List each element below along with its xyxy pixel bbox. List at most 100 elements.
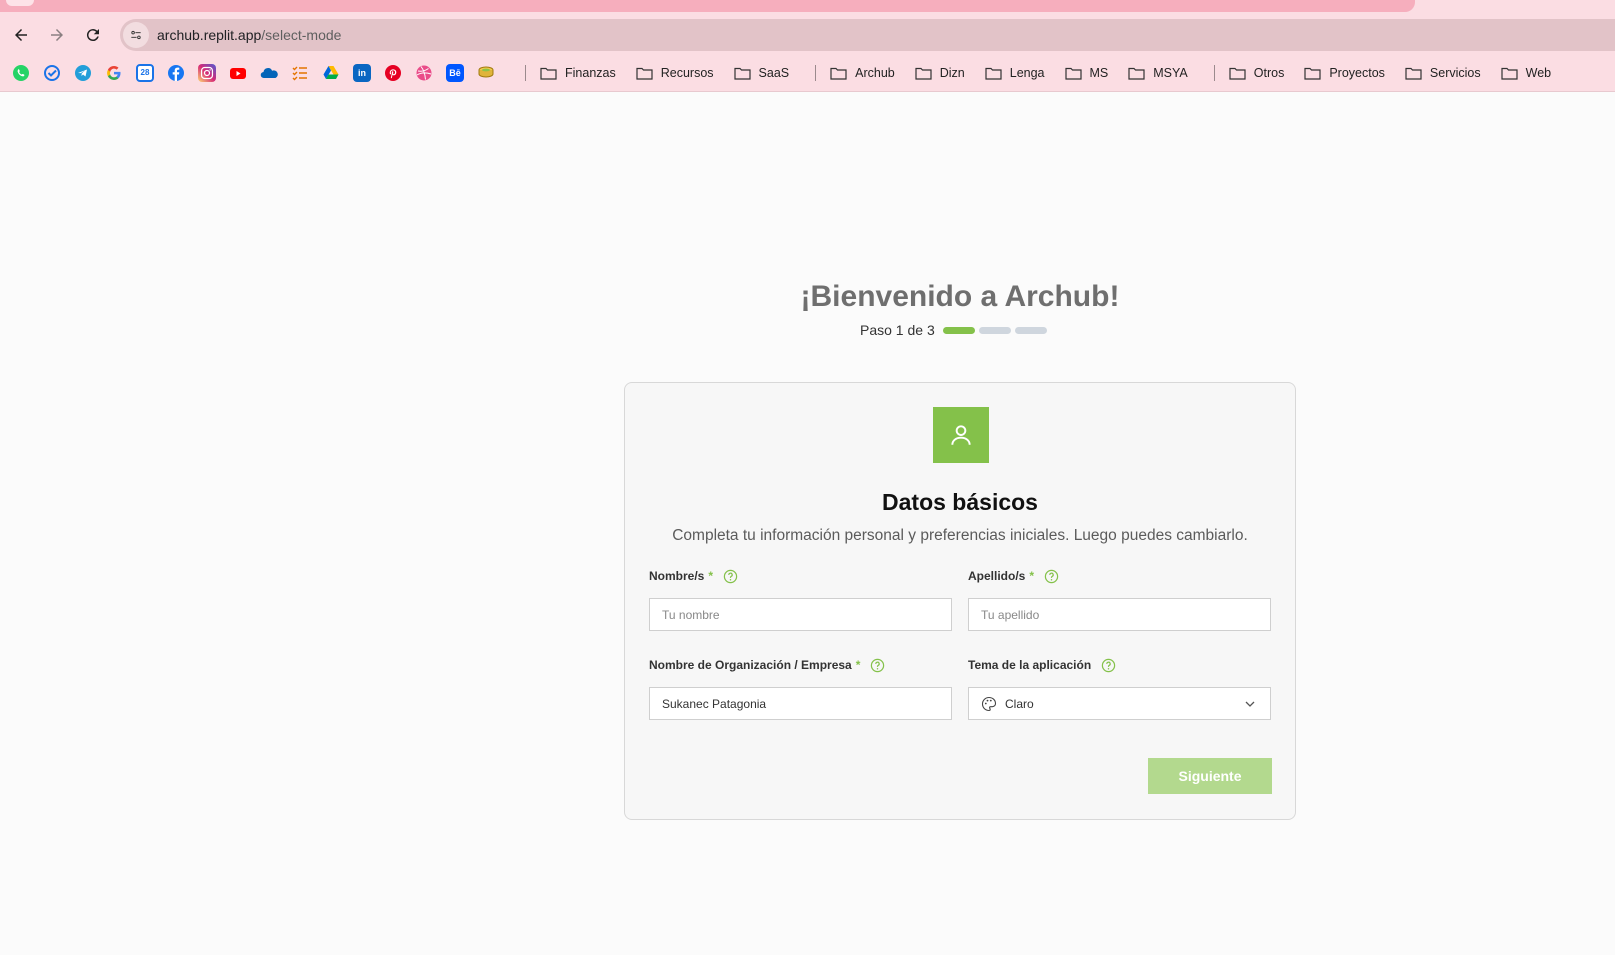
bookmark-folder-ms[interactable]: MS <box>1064 66 1108 80</box>
bookmark-folder-saas[interactable]: SaaS <box>733 65 790 80</box>
onedrive-icon[interactable] <box>260 64 278 82</box>
google-icon[interactable] <box>105 64 123 82</box>
help-icon[interactable] <box>1101 658 1116 673</box>
folder-icon <box>1128 67 1145 80</box>
step-indicator: Paso 1 de 3 <box>860 322 1051 338</box>
first-name-field: Nombre/s * Tu nombre <box>649 567 952 631</box>
folder-icon <box>1405 67 1422 80</box>
step-pill-1 <box>942 326 975 334</box>
bookmark-separator <box>1213 64 1215 81</box>
folder-icon <box>915 67 932 80</box>
google-drive-icon[interactable] <box>322 64 340 82</box>
folder-icon <box>1064 67 1082 80</box>
checklist-icon[interactable] <box>291 64 309 82</box>
bookmark-separator <box>815 64 817 81</box>
pinterest-icon[interactable] <box>384 64 402 82</box>
card-heading: Datos básicos <box>882 489 1038 515</box>
last-name-input[interactable]: Tu apellido <box>968 598 1271 631</box>
card-subtitle: Completa tu información personal y prefe… <box>672 527 1248 544</box>
theme-value: Claro <box>1005 696 1034 711</box>
url-host: archub.replit.app <box>157 27 262 43</box>
theme-label: Tema de la aplicación <box>968 658 1092 672</box>
bookmark-folder-servicios[interactable]: Servicios <box>1405 66 1481 80</box>
last-name-label: Apellido/s <box>968 569 1026 583</box>
organization-input[interactable]: Sukanec Patagonia <box>649 687 952 720</box>
bookmark-folder-label: Servicios <box>1429 65 1481 80</box>
back-button[interactable] <box>6 20 36 50</box>
user-icon-box <box>933 407 989 463</box>
linkedin-icon[interactable]: in <box>353 63 371 82</box>
folder-icon <box>540 67 557 80</box>
first-name-input[interactable]: Tu nombre <box>649 598 952 631</box>
folder-icon <box>1229 67 1246 80</box>
bookmark-folder-archub[interactable]: Archub <box>830 66 895 80</box>
bookmark-folder-msya[interactable]: MSYA <box>1128 66 1188 80</box>
calendar-icon[interactable]: 28 <box>136 63 154 82</box>
basic-info-card: Datos básicos Completa tu información pe… <box>624 382 1296 820</box>
address-bar[interactable]: archub.replit.app/select-mode <box>120 19 1615 51</box>
folder-icon <box>1304 67 1321 80</box>
step-label: Paso 1 de 3 <box>860 322 935 338</box>
forward-button[interactable] <box>42 20 72 50</box>
behance-icon[interactable]: Bē <box>446 63 464 82</box>
folder-icon <box>636 67 653 80</box>
page-content: ¡Bienvenido a Archub! Paso 1 de 3 Datos … <box>0 92 1615 955</box>
required-mark: * <box>855 658 861 672</box>
tab-strip <box>0 0 1615 16</box>
next-button[interactable]: Siguiente <box>1148 758 1272 794</box>
step-pill-2 <box>978 326 1011 334</box>
bookmark-folder-otros[interactable]: Otros <box>1229 66 1284 80</box>
youtube-icon[interactable] <box>229 64 247 82</box>
required-mark: * <box>708 569 714 583</box>
folder-icon <box>985 67 1002 80</box>
dribbble-icon[interactable] <box>415 64 433 82</box>
step-pill-3 <box>1014 326 1047 334</box>
bookmark-folder-label: Recursos <box>660 65 714 80</box>
arrow-left-icon <box>15 29 27 41</box>
organization-label: Nombre de Organización / Empresa <box>649 658 852 672</box>
bookmark-folder-label: Lenga <box>1009 65 1045 80</box>
organization-field: Nombre de Organización / Empresa * Sukan… <box>649 656 952 720</box>
whatsapp-icon[interactable] <box>12 64 30 82</box>
help-icon[interactable] <box>1044 569 1059 584</box>
palette-icon <box>981 696 997 711</box>
bookmarks-bar: 28 in Bē Finanzas Recursos SaaS Archub Dizn… <box>0 54 1615 92</box>
bookmark-folder-web[interactable]: Web <box>1501 66 1551 80</box>
bookmark-folder-recursos[interactable]: Recursos <box>636 66 714 80</box>
site-settings-icon[interactable] <box>123 22 149 48</box>
theme-field: Tema de la aplicación Claro <box>968 656 1271 720</box>
welcome-title: ¡Bienvenido a Archub! <box>800 280 1120 313</box>
reload-icon <box>86 29 99 42</box>
arrow-right-icon <box>51 29 63 41</box>
reload-button[interactable] <box>78 20 108 50</box>
help-icon[interactable] <box>870 658 885 673</box>
required-mark: * <box>1029 569 1035 583</box>
url-path: /select-mode <box>261 27 342 43</box>
folder-icon <box>733 67 751 80</box>
bookmark-folder-label: Archub <box>855 65 895 80</box>
help-icon[interactable] <box>723 569 738 584</box>
active-tab[interactable] <box>6 0 34 6</box>
bookmark-folder-label: Web <box>1525 65 1552 80</box>
bookmark-folder-proyectos[interactable]: Proyectos <box>1304 66 1385 80</box>
chevron-down-icon <box>1245 701 1255 707</box>
instagram-icon[interactable] <box>198 63 216 82</box>
bookmark-folder-label: Finanzas <box>565 65 616 80</box>
bookmark-folder-label: Dizn <box>939 65 965 80</box>
theme-select[interactable]: Claro <box>968 687 1271 720</box>
folder-icon <box>1501 67 1518 80</box>
facebook-icon[interactable] <box>167 64 185 82</box>
tab-bar <box>0 0 1415 12</box>
coins-icon[interactable] <box>477 64 495 82</box>
browser-toolbar: archub.replit.app/select-mode <box>0 16 1615 54</box>
bookmark-folder-dizn[interactable]: Dizn <box>915 66 965 80</box>
folder-icon <box>830 67 847 80</box>
checkmark-app-icon[interactable] <box>43 64 61 82</box>
bookmark-folder-finanzas[interactable]: Finanzas <box>540 66 616 80</box>
bookmark-folder-label: MSYA <box>1153 65 1188 80</box>
bookmark-folder-lenga[interactable]: Lenga <box>985 66 1045 80</box>
bookmark-folder-label: Proyectos <box>1329 65 1385 80</box>
bookmark-folder-label: SaaS <box>758 65 790 80</box>
url-text[interactable]: archub.replit.app/select-mode <box>157 27 341 43</box>
telegram-icon[interactable] <box>74 64 92 82</box>
